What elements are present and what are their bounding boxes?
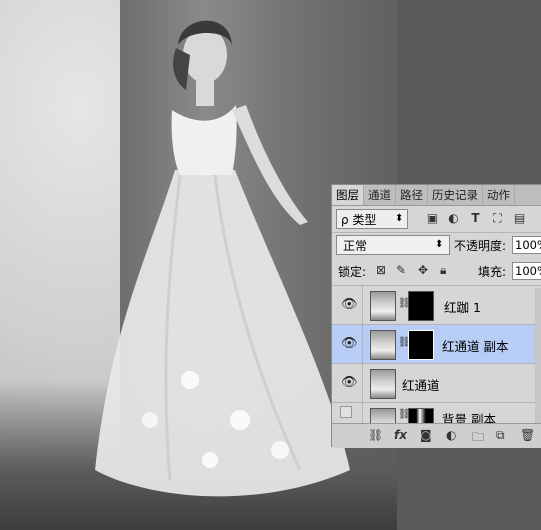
panel-bottom-bar: ⛓ fx ◙ ◐ 🗀 ⧉ 🗑︎	[332, 423, 541, 448]
layer-row[interactable]: ⛓ 背景 副本	[332, 402, 541, 424]
new-group-icon[interactable]: 🗀	[472, 428, 484, 449]
blend-mode-select[interactable]: 正常 ⬍	[336, 235, 450, 255]
adjustment-filter-icon[interactable]: ◐	[447, 212, 460, 225]
lock-transparent-icon[interactable]: ⊠	[376, 263, 386, 277]
select-arrows-icon: ⬍	[395, 213, 404, 224]
filter-row: ρ 类型 ⬍ ▣ ◐ T ⛶ ▤	[332, 206, 541, 230]
layers-panel: 图层 通道 路径 历史记录 动作 ρ 类型 ⬍ ▣ ◐ T ⛶ ▤ 正常 ⬍ 不…	[331, 184, 541, 448]
panel-tabs: 图层 通道 路径 历史记录 动作	[332, 185, 541, 206]
lock-all-icon[interactable]: 🔒︎	[440, 263, 446, 278]
tab-paths[interactable]: 路径	[396, 185, 428, 205]
eye-icon: 👁︎	[341, 297, 358, 312]
layer-name: 红跏 1	[444, 300, 481, 315]
lock-label: 锁定:	[338, 265, 367, 279]
layer-name: 红通道	[402, 378, 440, 393]
smart-object-filter-icon[interactable]: ▤	[513, 212, 526, 225]
visibility-toggle[interactable]: 👁︎	[332, 325, 363, 363]
scrollbar[interactable]	[535, 288, 541, 423]
fx-icon[interactable]: fx	[394, 428, 407, 442]
tab-history[interactable]: 历史记录	[428, 185, 483, 205]
layer-row[interactable]: 👁︎ 红通道	[332, 363, 541, 402]
blend-mode-value: 正常	[343, 239, 368, 253]
add-mask-icon[interactable]: ◙	[420, 428, 432, 442]
select-arrows-icon: ⬍	[435, 239, 444, 250]
tab-layers[interactable]: 图层	[332, 185, 364, 205]
visibility-toggle[interactable]	[332, 403, 363, 424]
hidden-eye-box-icon	[340, 406, 352, 418]
blend-row: 正常 ⬍ 不透明度: 100%	[332, 232, 541, 257]
eye-icon: 👁︎	[341, 336, 358, 351]
lock-row: 锁定: ⊠ ✎ ✥ 🔒︎ 填充: 100%	[332, 258, 541, 284]
layer-name: 红通道 副本	[442, 339, 509, 354]
new-layer-icon[interactable]: ⧉	[496, 428, 505, 443]
filter-kind-select[interactable]: ρ 类型 ⬍	[336, 209, 408, 229]
visibility-toggle[interactable]: 👁︎	[332, 364, 363, 402]
layer-thumbnail	[370, 330, 396, 360]
eye-icon: 👁︎	[341, 375, 358, 390]
lock-brush-icon[interactable]: ✎	[396, 263, 406, 277]
tab-actions[interactable]: 动作	[483, 185, 515, 205]
mask-thumbnail[interactable]	[408, 408, 434, 424]
layer-row-selected[interactable]: 👁︎ ⛓ 红通道 副本	[332, 324, 541, 363]
fill-label: 填充:	[478, 265, 507, 279]
opacity-input[interactable]: 100%	[512, 236, 541, 254]
lock-move-icon[interactable]: ✥	[418, 263, 428, 277]
tab-channels[interactable]: 通道	[364, 185, 396, 205]
mask-thumbnail[interactable]	[408, 330, 434, 360]
shape-filter-icon[interactable]: ⛶	[491, 212, 504, 225]
opacity-label: 不透明度:	[454, 239, 507, 253]
pixel-filter-icon[interactable]: ▣	[426, 212, 439, 225]
layer-thumbnail	[370, 408, 396, 424]
type-filter-icon[interactable]: T	[469, 212, 482, 225]
mask-thumbnail[interactable]	[408, 291, 434, 321]
trash-icon[interactable]: 🗑︎	[520, 428, 535, 442]
filter-kind-label: ρ 类型	[341, 213, 377, 227]
fill-input[interactable]: 100%	[512, 262, 541, 280]
layer-thumbnail	[370, 369, 396, 399]
visibility-toggle[interactable]: 👁︎	[332, 286, 363, 324]
layer-thumbnail	[370, 291, 396, 321]
link-layers-icon[interactable]: ⛓	[368, 428, 383, 442]
adjustment-layer-icon[interactable]: ◐	[446, 428, 456, 442]
layer-name: 背景 副本	[442, 412, 496, 424]
layer-row[interactable]: 👁︎ ⛓ 红跏 1	[332, 285, 541, 324]
